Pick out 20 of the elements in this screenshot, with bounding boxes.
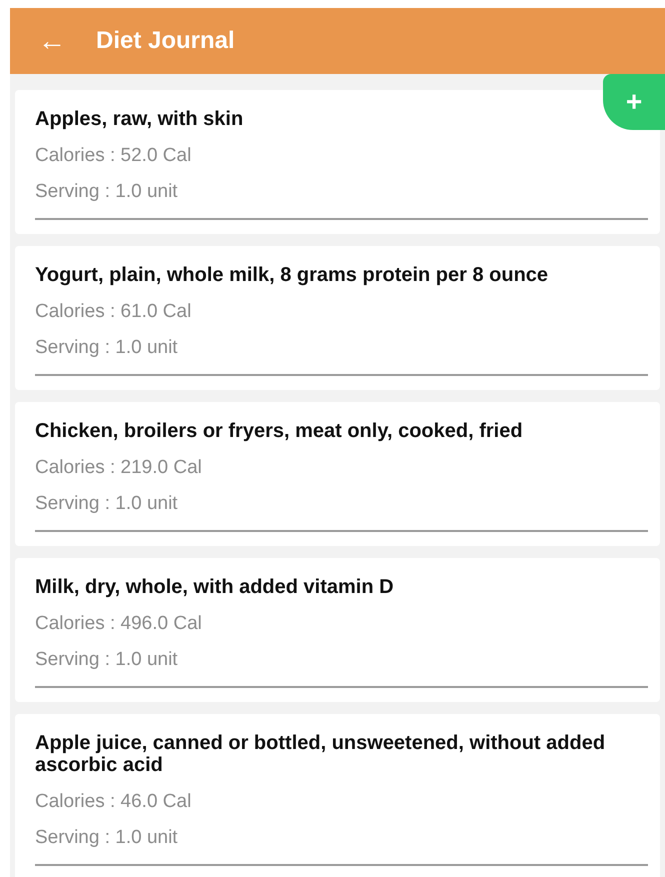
- serving-text: Serving : 1.0 unit: [35, 648, 179, 672]
- food-name: Chicken, broilers or fryers, meat only, cooked, fried: [35, 420, 524, 442]
- food-name: Apples, raw, with skin: [35, 108, 244, 130]
- calories-text: Calories : 219.0 Cal: [35, 456, 203, 480]
- food-name: Apple juice, canned or bottled, unsweetened, without added ascorbic acid: [35, 732, 606, 776]
- food-card[interactable]: Apple juice, canned or bottled, unsweetened, without added ascorbic acid Calories : 46.0 Cal Serving : 1.0 unit: [15, 714, 660, 877]
- calories-text: Calories : 496.0 Cal: [35, 612, 203, 636]
- serving-text: Serving : 1.0 unit: [35, 826, 179, 850]
- calories-text: Calories : 46.0 Cal: [35, 790, 192, 814]
- serving-text: Serving : 1.0 unit: [35, 492, 179, 516]
- food-name: Yogurt, plain, whole milk, 8 grams protein per 8 ounce: [35, 264, 550, 286]
- calories-text: Calories : 61.0 Cal: [35, 300, 192, 324]
- serving-text: Serving : 1.0 unit: [35, 336, 179, 360]
- food-name: Milk, dry, whole, with added vitamin D: [35, 576, 395, 598]
- food-card[interactable]: Yogurt, plain, whole milk, 8 grams protein per 8 ounce Calories : 61.0 Cal Serving : 1.0 unit: [15, 246, 660, 390]
- food-card[interactable]: Chicken, broilers or fryers, meat only, cooked, fried Calories : 219.0 Cal Serving : 1.0 unit: [15, 402, 660, 546]
- food-card[interactable]: Milk, dry, whole, with added vitamin D Calories : 496.0 Cal Serving : 1.0 unit: [15, 558, 660, 702]
- serving-text: Serving : 1.0 unit: [35, 180, 179, 204]
- screen-title: Diet Journal: [96, 27, 235, 55]
- calories-text: Calories : 52.0 Cal: [35, 144, 192, 168]
